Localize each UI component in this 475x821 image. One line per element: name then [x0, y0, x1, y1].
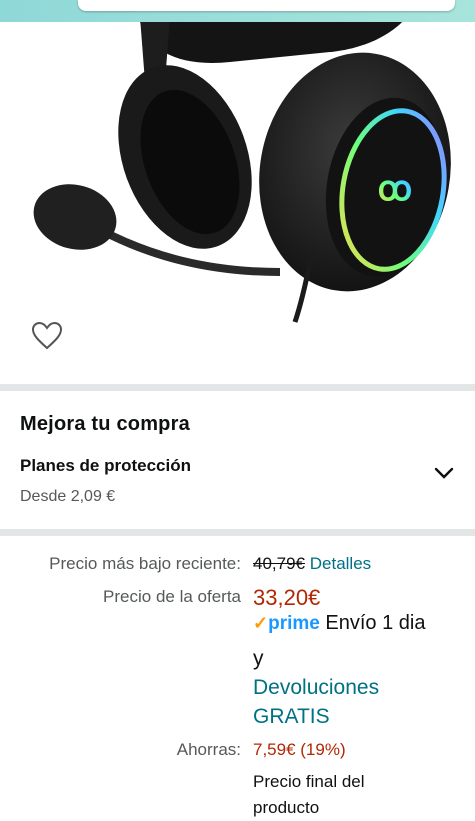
- shipping-text: Envío 1 dia: [325, 612, 426, 634]
- details-link[interactable]: Detalles: [310, 554, 371, 573]
- upgrade-section-title: Mejora tu compra: [20, 413, 190, 435]
- prime-shipping: ✓prime Envío 1 dia: [253, 612, 425, 635]
- section-divider: [0, 384, 475, 391]
- offer-price-label: Precio de la oferta: [103, 587, 241, 606]
- savings-value: 7,59€ (19%): [253, 740, 346, 759]
- product-image: ꝏ: [33, 22, 451, 323]
- svg-text:ꝏ: ꝏ: [378, 170, 413, 208]
- heart-icon[interactable]: [30, 319, 64, 353]
- savings-label: Ahorras:: [176, 740, 241, 759]
- lowest-price-value: 40,79€: [253, 554, 305, 573]
- lowest-price-label: Precio más bajo reciente:: [49, 554, 241, 573]
- and-text: y: [253, 647, 264, 670]
- final-price-note-2: producto: [253, 798, 320, 817]
- product-image-carousel[interactable]: ꝏ: [0, 22, 475, 382]
- lowest-price-row: 40,79€ Detalles: [253, 554, 371, 574]
- search-input[interactable]: [78, 0, 455, 11]
- prime-logo: prime: [268, 613, 320, 634]
- protection-plan-title[interactable]: Planes de protección: [20, 456, 191, 476]
- protection-plan-price: Desde 2,09 €: [20, 488, 116, 505]
- prime-check-icon: ✓: [253, 613, 269, 633]
- top-search-bar: [0, 0, 475, 22]
- section-divider: [0, 529, 475, 536]
- final-price-note: Precio final del: [253, 772, 365, 791]
- chevron-down-icon[interactable]: [434, 466, 454, 480]
- free-returns-link[interactable]: Devoluciones: [253, 676, 379, 700]
- free-returns-link-2[interactable]: GRATIS: [253, 705, 330, 729]
- offer-price-value: 33,20€: [253, 585, 321, 610]
